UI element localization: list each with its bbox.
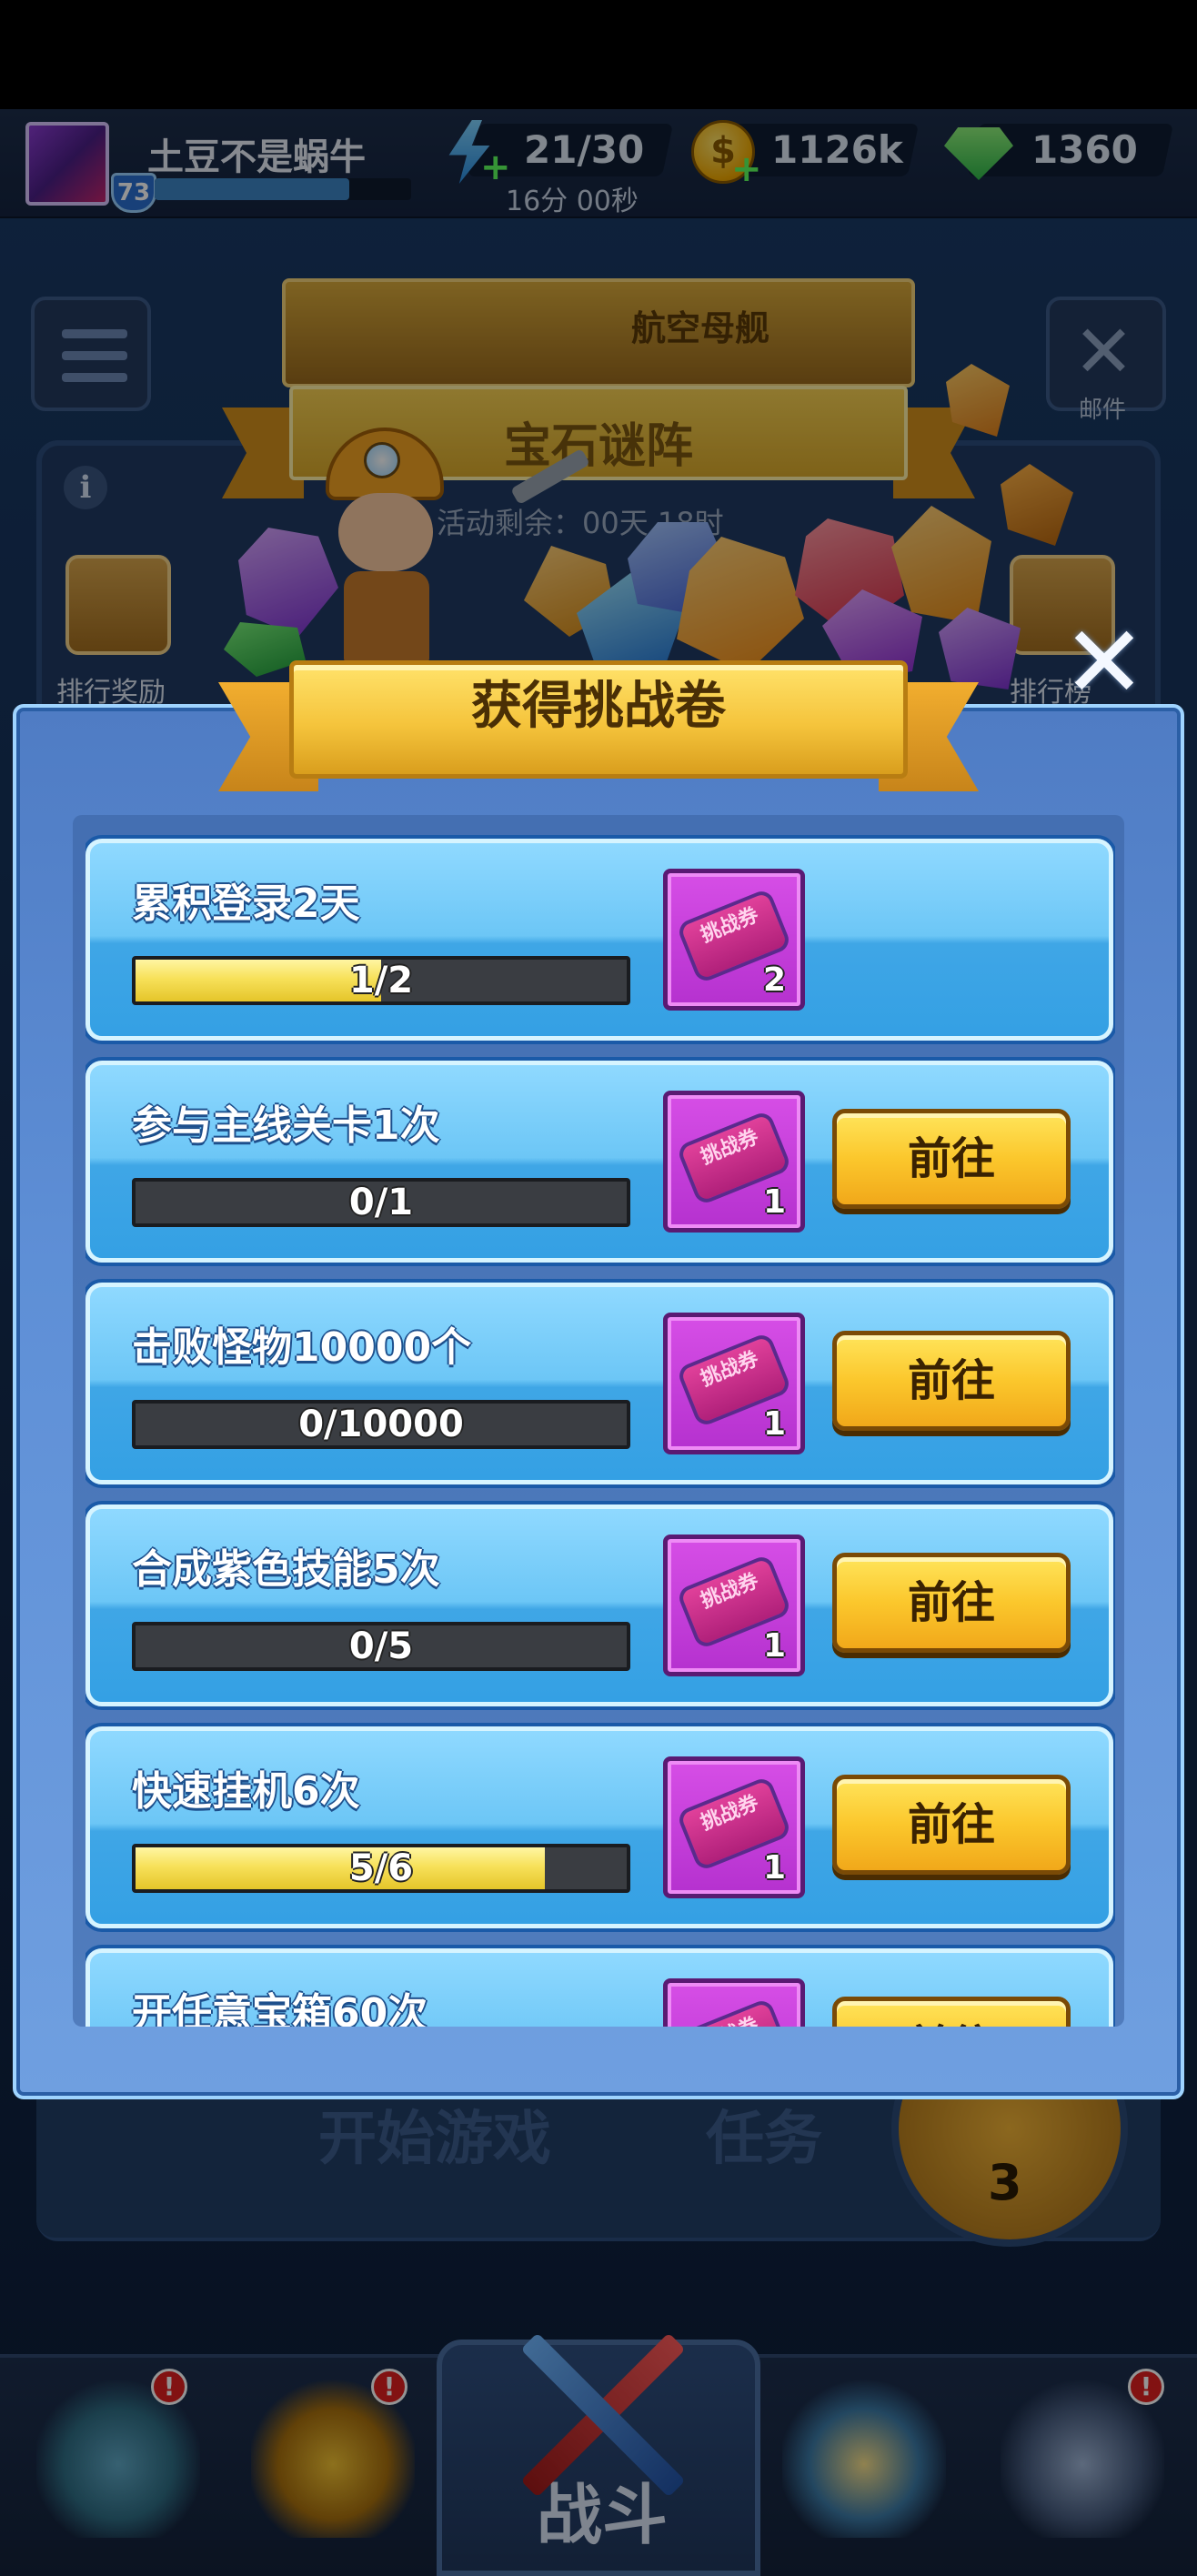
reward-item[interactable]: 挑战券1 [663,1756,805,1898]
ticket-label: 挑战券 [698,903,762,948]
task-title: 合成紫色技能5次 [132,1546,440,1593]
challenge-ticket-icon: 挑战券 [675,1997,793,2027]
task-row: 合成紫色技能5次 0/5 挑战券 1 前往 [86,1504,1113,1706]
task-progress-bar: 0/5 [132,1622,630,1671]
task-title: 累积登录2天 [132,880,360,927]
reward-item[interactable]: 挑战券1 [663,1535,805,1676]
task-row: 快速挂机6次 5/6 挑战券 1 前往 [86,1726,1113,1928]
go-button[interactable]: 前往 [832,1775,1071,1875]
go-button[interactable]: 前往 [832,1997,1071,2027]
task-row: 累积登录2天 1/2 挑战券 2 [86,839,1113,1041]
ticket-label: 挑战券 [680,2002,778,2027]
reward-item[interactable]: 挑战券 2 [663,869,805,1011]
task-title: 参与主线关卡1次 [132,1102,440,1149]
task-title: 快速挂机6次 [132,1768,360,1815]
task-row: 开任意宝箱60次 挑战券1 前往 [86,1948,1113,2027]
task-progress-bar: 1/2 [132,956,630,1005]
task-title: 击败怪物10000个 [132,1324,472,1371]
reward-count: 1 [762,1405,786,1443]
task-title: 开任意宝箱60次 [132,1990,428,2027]
task-row: 参与主线关卡1次 0/1 挑战券 1 前往 [86,1061,1113,1263]
task-progress-text: 5/6 [348,1847,414,1889]
task-progress-text: 0/5 [348,1625,414,1667]
ticket-label: 挑战券 [698,1791,762,1836]
ticket-label: 挑战券 [698,1125,762,1170]
go-button[interactable]: 前往 [832,1553,1071,1653]
task-progress-text: 1/2 [348,960,414,1001]
task-progress-bar: 0/1 [132,1178,630,1227]
modal-title-banner: 获得挑战卷 [289,660,908,779]
task-progress-bar: 0/10000 [132,1400,630,1449]
reward-item[interactable]: 挑战券1 [663,1091,805,1233]
reward-item[interactable]: 挑战券1 [663,1978,805,2027]
go-button[interactable]: 前往 [832,1109,1071,1209]
reward-count: 1 [762,1849,786,1887]
reward-count: 1 [762,1183,786,1221]
task-progress-bar: 5/6 [132,1844,630,1893]
reward-count: 2 [762,961,786,999]
go-button[interactable]: 前往 [832,1331,1071,1431]
reward-count: 1 [762,1627,786,1665]
close-icon[interactable]: ✕ [1061,612,1148,712]
task-progress-text: 0/1 [348,1182,414,1223]
task-row: 击败怪物10000个 0/10000 挑战券 1 前往 [86,1283,1113,1484]
task-list[interactable]: 累积登录2天 1/2 挑战券 2 参与主线关卡1次 0/1 挑战券 1 前往 击败怪… [86,835,1115,2027]
reward-item[interactable]: 挑战券1 [663,1313,805,1454]
task-progress-text: 0/10000 [298,1404,464,1445]
modal-title: 获得挑战卷 [471,677,726,736]
ticket-label: 挑战券 [698,1569,762,1614]
ticket-label: 挑战券 [698,1347,762,1392]
